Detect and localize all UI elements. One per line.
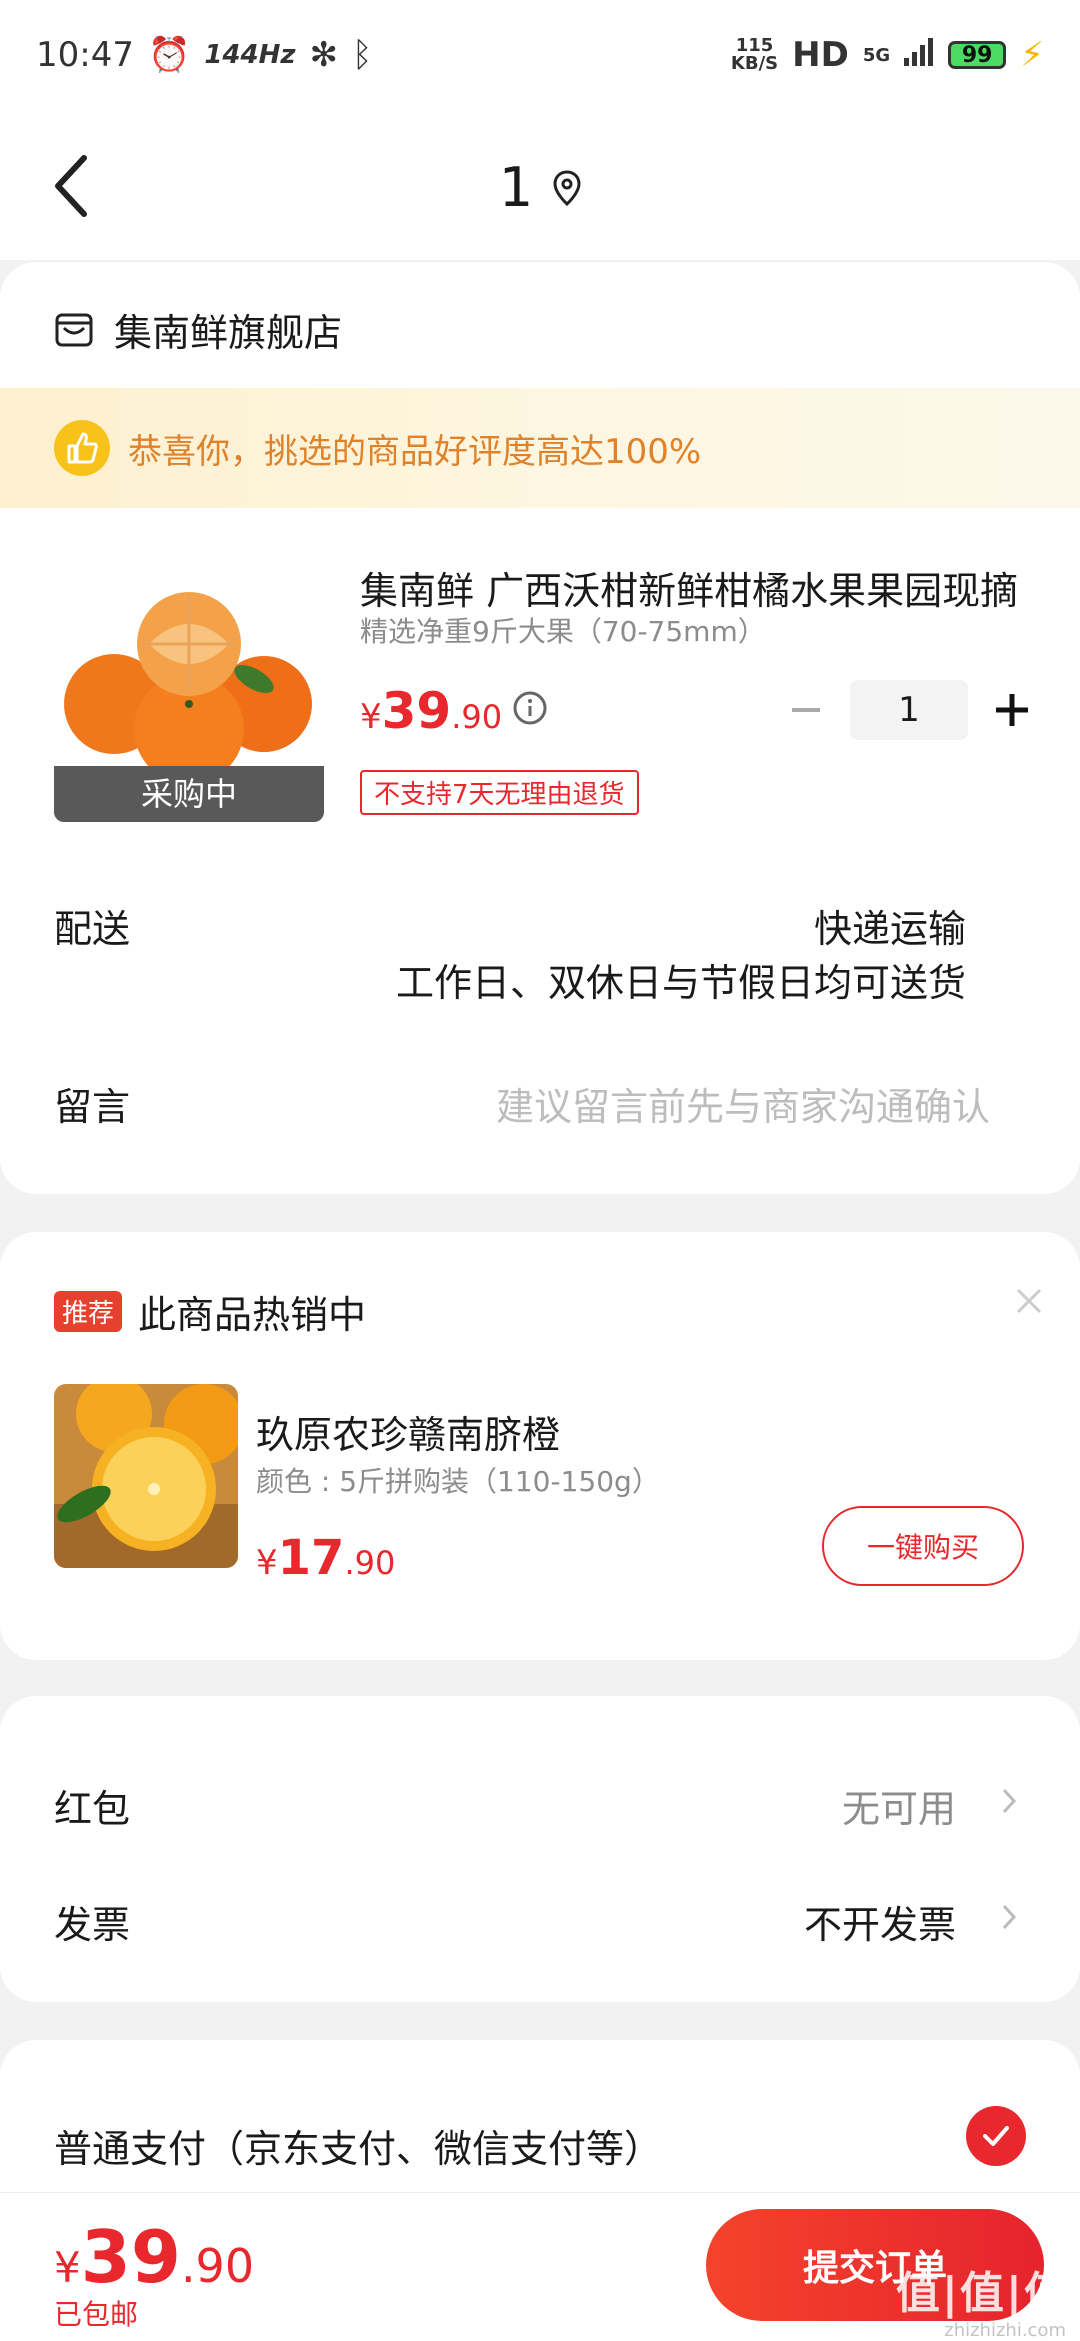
thumbs-up-icon [54,420,110,476]
product-price: ¥39.90 [360,682,502,740]
one-click-buy-button[interactable]: 一键购买 [822,1506,1024,1586]
clock-time: 10:47 [36,35,134,75]
status-bar: 10:47 ⏰ 144Hz ✻ ᛒ 115 KB/S HD 5G 99 ⚡ [0,0,1080,110]
nav-bar: 1 [0,110,1080,260]
recommendation-image[interactable] [54,1384,238,1568]
total-price-integer: 39 [80,2215,181,2299]
delivery-label: 配送 [54,907,131,951]
net-speed-unit: KB/S [730,53,779,74]
product-spec: 精选净重9斤大果（70-75mm） [360,615,766,648]
purchasing-tag: 采购中 [54,766,324,822]
invoice-value: 不开发票 [803,1903,956,1947]
bluetooth-icon: ᛒ [352,35,373,75]
fan-icon: ✻ [309,35,339,75]
chevron-right-icon [1002,1904,1017,1930]
total-price-decimal: .90 [180,2239,255,2293]
store-row[interactable]: 集南鲜旗舰店 [54,302,342,357]
recommendation-spec: 颜色 : 5斤拼购装（110-150g） [256,1465,660,1498]
order-card: 集南鲜旗舰店 恭喜你，挑选的商品好评度高达100% 采购中 集南鲜 广西沃柑新鲜… [0,262,1080,1194]
chevron-right-icon [1002,1788,1017,1814]
close-icon[interactable] [1014,1286,1044,1316]
recommendation-title: 此商品热销中 [138,1293,367,1337]
quantity-stepper: 1 [786,680,1032,740]
recommend-badge: 推荐 [54,1291,123,1332]
page-title: 1 [498,156,534,219]
status-left: 10:47 ⏰ 144Hz ✻ ᛒ [36,35,372,75]
product-name: 集南鲜 广西沃柑新鲜柑橘水果果园现摘 [360,569,1019,613]
payment-method-label: 普通支付（京东支付、微信支付等） [54,2127,663,2171]
charging-icon: ⚡ [1020,35,1044,75]
payment-checkbox[interactable] [966,2106,1026,2166]
check-icon [983,2126,1009,2146]
minus-icon[interactable] [786,690,826,730]
total-price-symbol: ¥ [54,2243,81,2292]
location-pin-icon [553,169,581,206]
rec-price-decimal: .90 [344,1544,396,1582]
alarm-icon: ⏰ [147,35,191,75]
store-icon [55,313,93,346]
battery-level: 99 [961,42,993,68]
signal-icon [904,35,934,75]
status-right: 115 KB/S HD 5G 99 ⚡ [731,35,1044,75]
price-decimal: .90 [451,698,503,736]
delivery-note: 工作日、双休日与节假日均可送货 [395,961,966,1005]
price-integer: 39 [381,682,452,740]
rec-price-integer: 17 [277,1530,345,1586]
network-type: 5G [862,44,891,66]
battery-icon: 99 [948,41,1007,69]
address-title[interactable]: 1 [0,156,1080,219]
total-price: ¥39.90 [54,2215,254,2299]
checkout-bar: ¥39.90 已包邮 提交订单 值|值|值 zhizhizhi.com [0,2192,1080,2341]
recommendation-header: 推荐 此商品热销中 [54,1284,366,1339]
extras-card: 红包 无可用 发票 不开发票 [0,1696,1080,2002]
product-image[interactable]: 采购中 [54,574,324,822]
return-policy-tag: 不支持7天无理由退货 [360,770,639,815]
red-packet-value: 无可用 [841,1787,956,1831]
refresh-rate: 144Hz [204,40,296,70]
rec-price-symbol: ¥ [256,1543,278,1583]
message-input[interactable]: 建议留言前先与商家沟通确认 [496,1076,990,1131]
delivery-method: 快递运输 [813,907,966,951]
shipping-note: 已包邮 [54,2298,139,2331]
net-speed: 115 KB/S [731,37,778,73]
store-name: 集南鲜旗舰店 [114,311,343,355]
watermark-url: zhizhizhi.com [944,2320,1066,2341]
red-packet-label: 红包 [54,1787,131,1831]
hd-indicator: HD [792,35,849,75]
recommendation-name: 玖原农珍赣南脐橙 [256,1413,561,1457]
info-icon[interactable] [512,690,548,726]
orange-image [54,1384,238,1568]
recommendation-card: 推荐 此商品热销中 玖原农珍赣南脐橙 颜色 : 5斤拼购装（110-150g） … [0,1232,1080,1660]
praise-text: 恭喜你，挑选的商品好评度高达100% [128,431,702,472]
praise-banner: 恭喜你，挑选的商品好评度高达100% [0,388,1080,508]
quantity-value[interactable]: 1 [850,680,968,740]
message-label: 留言 [54,1085,131,1129]
recommendation-price: ¥17.90 [256,1530,395,1586]
watermark-logo: 值|值|值 [895,2268,1070,2319]
invoice-label: 发票 [54,1903,131,1947]
plus-icon[interactable] [992,690,1032,730]
price-symbol: ¥ [360,697,382,737]
